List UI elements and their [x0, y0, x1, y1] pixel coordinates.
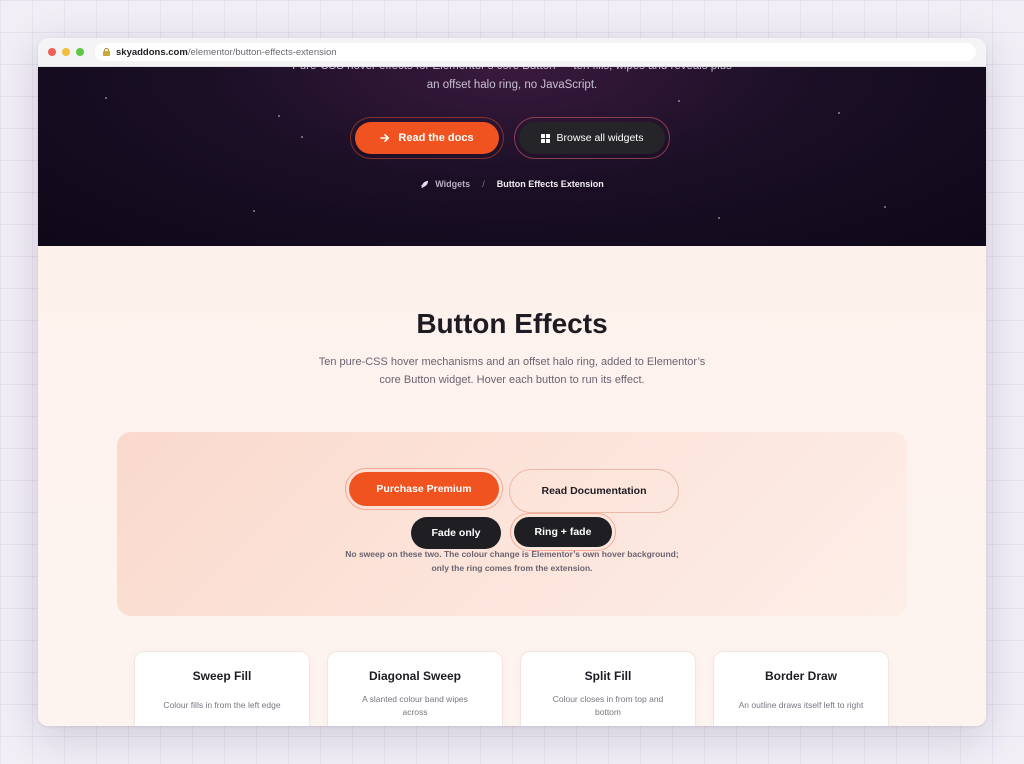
lock-icon [103, 48, 110, 56]
hero-subtitle: Pure-CSS hover effects for Elementor’s c… [292, 67, 732, 91]
card-title: Diagonal Sweep [368, 669, 462, 683]
card-description: An outline draws itself left to right [738, 700, 864, 710]
close-window-button[interactable] [48, 48, 56, 56]
breadcrumb-separator: / [482, 179, 485, 189]
read-docs-button[interactable]: Read the docs [355, 122, 499, 154]
fade-only-button[interactable]: Fade only [411, 517, 501, 549]
url-host: skyaddons.com [116, 46, 188, 58]
address-bar[interactable]: skyaddons.com/elementor/button-effects-e… [95, 43, 976, 61]
grid-icon [540, 133, 550, 143]
breadcrumb-current: Button Effects Extension [496, 179, 604, 189]
card-description: Colour fills in from the left edge [163, 700, 281, 710]
maximize-window-button[interactable] [76, 48, 84, 56]
breadcrumb-widgets-link[interactable]: Widgets [420, 179, 470, 189]
ring-fade-button-ring: Ring + fade [510, 513, 616, 551]
card-title: Border Draw [764, 669, 838, 683]
browse-widgets-label: Browse all widgets [556, 132, 644, 144]
arrow-right-icon [380, 134, 390, 142]
card-title: Sweep Fill [192, 669, 252, 683]
read-documentation-button[interactable]: Read Documentation [509, 469, 679, 513]
effect-card-border-draw: Border Draw An outline draws itself left… [713, 651, 889, 726]
browse-widgets-button[interactable]: Browse all widgets [519, 122, 665, 154]
breadcrumb: Widgets / Button Effects Extension [38, 179, 986, 189]
url-path: /elementor/button-effects-extension [187, 46, 337, 58]
card-title: Split Fill [584, 669, 632, 683]
browser-window: skyaddons.com/elementor/button-effects-e… [38, 38, 986, 726]
browse-widgets-button-ring: Browse all widgets [514, 117, 670, 159]
demo-note: No sweep on these two. The colour change… [345, 549, 679, 573]
purchase-premium-ring: Purchase Premium [345, 468, 503, 510]
browser-toolbar: skyaddons.com/elementor/button-effects-e… [38, 38, 986, 67]
rocket-icon [421, 180, 429, 188]
effect-card-split-fill: Split Fill Colour closes in from top and… [520, 651, 696, 726]
effect-card-diagonal-sweep: Diagonal Sweep A slanted colour band wip… [327, 651, 503, 726]
hero-section: Pure-CSS hover effects for Elementor’s c… [38, 67, 986, 246]
demo-panel: Purchase Premium Read Documentation Fade… [117, 432, 907, 616]
read-docs-button-ring: Read the docs [350, 117, 504, 159]
card-description: Colour closes in from top and bottom [552, 694, 664, 717]
purchase-premium-button[interactable]: Purchase Premium [349, 472, 499, 506]
ring-fade-button[interactable]: Ring + fade [514, 517, 612, 547]
page-title: Button Effects [416, 308, 608, 339]
page-lead: Ten pure-CSS hover mechanisms and an off… [318, 356, 706, 386]
read-docs-label: Read the docs [398, 132, 474, 144]
card-description: A slanted colour band wipes across [362, 694, 468, 717]
effect-card-sweep-fill: Sweep Fill Colour fills in from the left… [134, 651, 310, 726]
main-content: Button Effects Ten pure-CSS hover mechan… [38, 246, 986, 726]
minimize-window-button[interactable] [62, 48, 70, 56]
